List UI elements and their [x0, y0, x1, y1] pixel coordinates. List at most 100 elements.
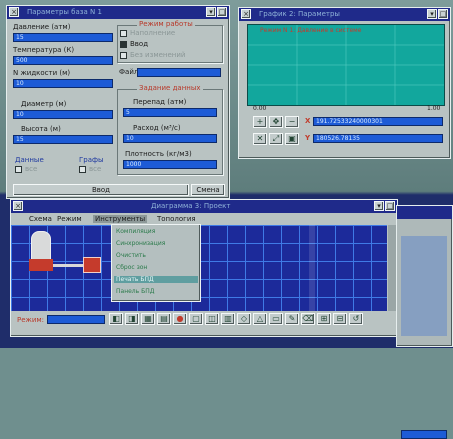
mode-group-title: Режим работы	[137, 20, 195, 28]
menu-item-sync[interactable]: Синхронизация	[116, 240, 165, 247]
data-checkbox[interactable]	[15, 166, 22, 173]
diameter-label: Диаметр (м)	[21, 100, 67, 108]
diagram-window-titlebar[interactable]: Диаграмма 3: Проект	[11, 200, 397, 213]
level-field[interactable]: 10	[13, 79, 113, 88]
parameters-window-title: Параметры база N 1	[27, 8, 102, 16]
diameter-field[interactable]: 10	[13, 110, 113, 119]
diagram-window-title: Диаграмма 3: Проект	[151, 202, 231, 210]
side-window-titlebar[interactable]	[397, 206, 452, 219]
reset-button[interactable]: Смена	[191, 184, 225, 196]
maximize-icon[interactable]: □	[217, 7, 227, 17]
toolbar-icon-16[interactable]: ↺	[349, 313, 363, 325]
graphs-all-label: все	[89, 165, 102, 173]
zoom-out-icon[interactable]: −	[285, 116, 299, 128]
drop-field[interactable]: 5	[123, 108, 217, 117]
menu-item-clear[interactable]: Очистить	[116, 252, 146, 259]
graphs-checkbox[interactable]	[79, 166, 86, 173]
menu-topology[interactable]: Топология	[157, 215, 196, 223]
fit-icon[interactable]: ⤢	[269, 133, 283, 145]
toolbar-icon-14[interactable]: ⊞	[317, 313, 331, 325]
clear-icon[interactable]: ✕	[253, 133, 267, 145]
menu-scheme[interactable]: Схема	[29, 215, 52, 223]
menu-item-reset-zones[interactable]: Сброс зон	[116, 264, 147, 271]
file-label: Файл	[119, 68, 139, 76]
mode-fill-label: Наполнение	[130, 29, 176, 37]
close-icon[interactable]: ×	[241, 9, 251, 19]
tools-dropdown: Компиляция Синхронизация Очистить Сброс …	[111, 224, 201, 302]
data-all-label: все	[25, 165, 38, 173]
mode-keep-label: Без изменений	[130, 51, 186, 59]
readout-x-label: X	[305, 117, 311, 125]
drop-label: Перепад (атм)	[133, 98, 187, 106]
menu-tools[interactable]: Инструменты	[93, 215, 148, 223]
toolbar-icon-8[interactable]: ▥	[221, 313, 235, 325]
menu-item-print[interactable]: Печать БПД	[114, 276, 198, 283]
height-label: Высота (м)	[21, 125, 61, 133]
mode-fill-checkbox[interactable]	[120, 30, 127, 37]
readout-x-field: 191.72533240000301	[313, 117, 443, 126]
axis-right-label: 1.00	[427, 105, 441, 112]
parameters-window: Параметры база N 1 × ▾ □ Давление (атм) …	[6, 5, 230, 199]
temperature-field[interactable]: 500	[13, 56, 113, 65]
close-icon[interactable]: ×	[9, 7, 19, 17]
temperature-label: Температура (К)	[13, 46, 75, 54]
toolbar-icon-9[interactable]: ◇	[237, 313, 251, 325]
pressure-label: Давление (атм)	[13, 23, 71, 31]
pan-icon[interactable]: ✥	[269, 116, 283, 128]
parameters-window-titlebar[interactable]: Параметры база N 1	[7, 6, 229, 19]
density-field[interactable]: 1000	[123, 160, 217, 169]
graph-window-title: График 2: Параметры	[259, 10, 340, 18]
toolbar-icon-11[interactable]: ▭	[269, 313, 283, 325]
menu-item-compile[interactable]: Компиляция	[116, 228, 155, 235]
toolbar-icon-13[interactable]: ⌫	[301, 313, 315, 325]
mode-keep-checkbox[interactable]	[120, 52, 127, 59]
resize-grip	[309, 225, 315, 311]
toolbar-icon-6[interactable]: ▢	[189, 313, 203, 325]
toolbar-icon-2[interactable]: ◨	[125, 313, 139, 325]
data-label: Данные	[15, 156, 44, 164]
level-label: N жидкости (м)	[13, 69, 71, 77]
pipe	[53, 264, 83, 267]
menu-mode[interactable]: Режим	[57, 215, 82, 223]
toolbar-icon-4[interactable]: ▤	[157, 313, 171, 325]
toolbar-icon-7[interactable]: ◫	[205, 313, 219, 325]
height-field[interactable]: 15	[13, 135, 113, 144]
zoom-in-icon[interactable]: +	[253, 116, 267, 128]
readout-y-field: 180526.78135	[313, 134, 443, 143]
chart-area[interactable]: Режим N 1: Давление в системе	[247, 24, 445, 106]
readout-y-label: Y	[305, 134, 311, 142]
toolbar-icon-15[interactable]: ⊟	[333, 313, 347, 325]
toolbar-icon-12[interactable]: ✎	[285, 313, 299, 325]
status-field	[47, 315, 105, 324]
enter-button[interactable]: Ввод	[13, 184, 189, 196]
graphs-label: Графы	[79, 156, 104, 164]
toolbar-icon-1[interactable]: ◧	[109, 313, 123, 325]
pressure-field[interactable]: 15	[13, 33, 113, 42]
flowrate-field[interactable]: 10	[123, 134, 217, 143]
flowrate-label: Расход (м³/с)	[133, 124, 181, 132]
maximize-icon[interactable]: □	[438, 9, 448, 19]
maximize-icon[interactable]: □	[385, 201, 395, 211]
minimize-icon[interactable]: ▾	[427, 9, 437, 19]
minimize-icon[interactable]: ▾	[374, 201, 384, 211]
graph-window: График 2: Параметры × ▾ □ Режим N 1: Дав…	[238, 7, 451, 159]
toolbar-icon-3[interactable]: ▦	[141, 313, 155, 325]
toolbar-icon-10[interactable]: △	[253, 313, 267, 325]
chart-grid	[248, 25, 444, 105]
valve-icon[interactable]	[83, 257, 101, 273]
toolbar-icon-5[interactable]: ●	[173, 313, 187, 325]
file-field[interactable]	[137, 68, 221, 77]
density-label: Плотность (кг/м3)	[125, 150, 192, 158]
mode-input-checkbox[interactable]	[120, 41, 127, 48]
flow-group-title: Задание данных	[137, 84, 203, 92]
side-field-1	[401, 430, 447, 439]
close-icon[interactable]: ×	[13, 201, 23, 211]
tank-base	[29, 259, 53, 271]
print-icon[interactable]: ▣	[285, 133, 299, 145]
minimize-icon[interactable]: ▾	[206, 7, 216, 17]
mode-input-label: Ввод	[130, 40, 149, 48]
status-label: Режим:	[17, 316, 45, 324]
menu-item-panel[interactable]: Панель БПД	[116, 288, 154, 295]
menu-bar: Схема Режим Инструменты Топология	[11, 214, 397, 224]
graph-window-titlebar[interactable]: График 2: Параметры	[239, 8, 450, 21]
